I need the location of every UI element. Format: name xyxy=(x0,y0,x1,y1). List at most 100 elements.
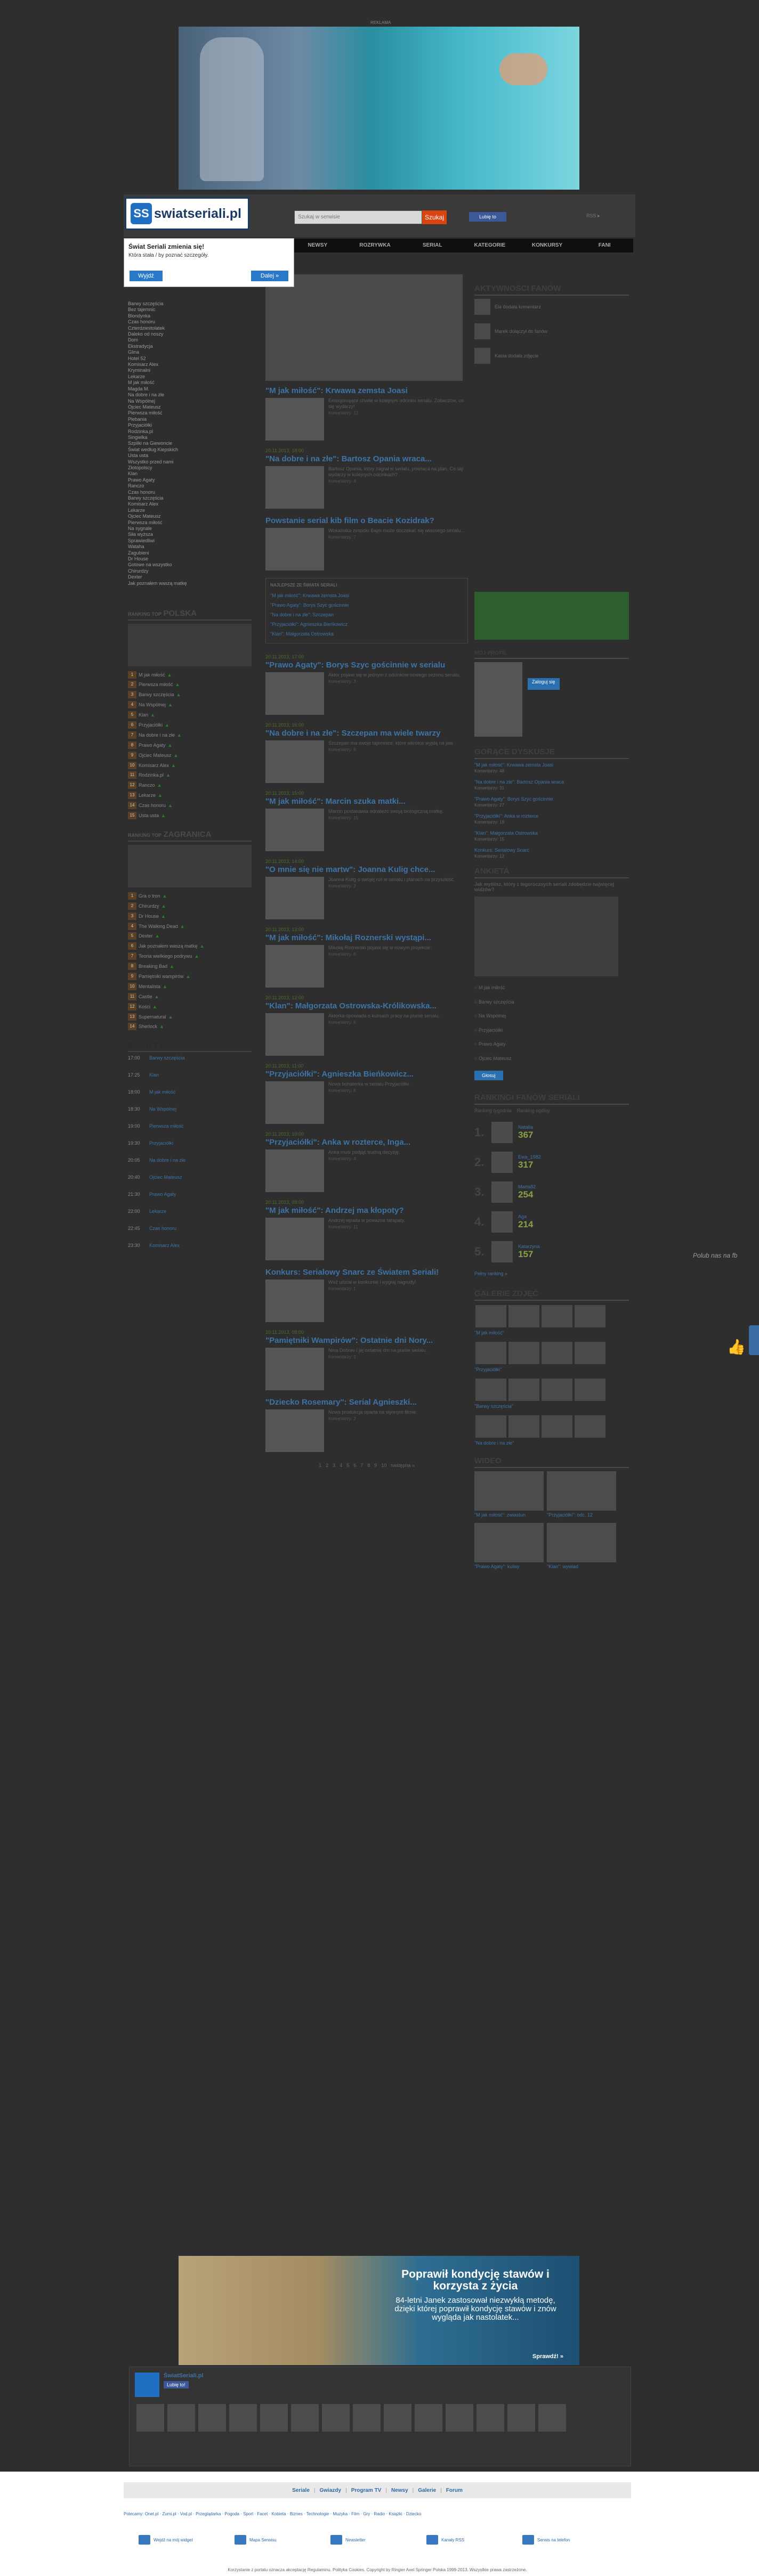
article-comments[interactable]: Komentarzy: 5 xyxy=(328,1020,440,1025)
sidebar-series-link[interactable]: Na Wspólnej xyxy=(128,398,252,404)
article-comments[interactable]: Komentarzy: 4 xyxy=(328,479,468,484)
article-title[interactable]: "Prawo Agaty": Borys Szyc gościnnie w se… xyxy=(265,661,468,670)
tv-row[interactable]: 19:00 Pierwsza miłość xyxy=(128,1123,252,1140)
article-comments[interactable]: Komentarzy: 12 xyxy=(328,411,468,415)
article-thumbnail[interactable] xyxy=(265,1348,324,1390)
sidebar-series-link[interactable]: Lekarze xyxy=(128,374,252,380)
article-comments[interactable]: Komentarzy: 7 xyxy=(328,535,465,540)
sidebar-series-link[interactable]: Daleko od noszy xyxy=(128,331,252,337)
article-title[interactable]: "Na dobre i na złe": Bartosz Opania wrac… xyxy=(265,454,468,464)
tab-overall[interactable]: Ranking ogólny xyxy=(517,1108,550,1113)
article-comments[interactable]: Komentarzy: 2 xyxy=(328,884,455,888)
sidebar-series-link[interactable]: Szpilki na Giewoncie xyxy=(128,441,252,446)
article-title[interactable]: "Przyjaciółki": Agnieszka Bieńkowicz... xyxy=(265,1070,468,1079)
ranking-row[interactable]: 1 Gra o tron ▲ xyxy=(128,891,252,901)
ranking-row[interactable]: 9 Ojciec Mateusz ▲ xyxy=(128,750,252,760)
article-thumbnail[interactable] xyxy=(265,877,324,919)
sidebar-series-link[interactable]: Wszystko przed nami xyxy=(128,459,252,465)
top-advertisement[interactable] xyxy=(179,27,579,190)
sidebar-series-link[interactable]: Bez tajemnic xyxy=(128,307,252,313)
activity-item[interactable]: Marek dołączył do fanów xyxy=(474,323,629,339)
poll-option[interactable]: Prawo Agaty xyxy=(474,1037,629,1051)
sidebar-series-link[interactable]: Blondynka xyxy=(128,313,252,319)
tv-row[interactable]: 22:45 Czas honoru xyxy=(128,1226,252,1243)
sidebar-series-link[interactable]: Czas honoru xyxy=(128,490,252,495)
sidebar-series-link[interactable]: Magda M. xyxy=(128,386,252,392)
sidebar-series-link[interactable]: Usta usta xyxy=(128,453,252,459)
article-comments[interactable]: Komentarzy: 3 xyxy=(328,1355,427,1359)
search-button[interactable]: Szukaj xyxy=(422,210,447,224)
ranking-row[interactable]: 13 Lekarze ▲ xyxy=(128,790,252,801)
article-title[interactable]: "O mnie się nie martw": Joanna Kulig chc… xyxy=(265,865,468,875)
sidebar-series-link[interactable]: Prawo Agaty xyxy=(128,477,252,483)
sidebar-series-link[interactable]: Dom xyxy=(128,337,252,343)
sidebar-series-link[interactable]: Ekstradycja xyxy=(128,344,252,349)
sidebar-series-link[interactable]: Komisarz Alex xyxy=(128,501,252,507)
article-title[interactable]: Konkurs: Serialowy Snarc ze Światem Seri… xyxy=(265,1268,468,1277)
footer-nav-link[interactable]: Newsy xyxy=(391,2488,408,2493)
sidebar-series-link[interactable]: Dexter xyxy=(128,574,252,580)
footer-nav-link[interactable]: Forum xyxy=(446,2488,463,2493)
news-box-item[interactable]: "Prawo Agaty": Borys Szyc gościnnie xyxy=(270,600,463,610)
fan-face[interactable] xyxy=(538,2404,566,2432)
gallery-item[interactable]: "Na dobre i na złe" xyxy=(474,1414,629,1446)
gallery-item[interactable]: "Barwy szczęścia" xyxy=(474,1377,629,1409)
article-title[interactable]: Powstanie serial kib film o Beacie Kozid… xyxy=(265,516,468,526)
fan-face[interactable] xyxy=(415,2404,442,2432)
ranking-row[interactable]: 2 Chirurdzy ▲ xyxy=(128,901,252,911)
ranking-row[interactable]: 2 Pierwsza miłość ▲ xyxy=(128,680,252,690)
ranking-row[interactable]: 10 Komisarz Alex ▲ xyxy=(128,760,252,770)
footer-tool[interactable]: Serwis na telefon xyxy=(522,2532,618,2548)
ranking-row[interactable]: 14 Czas honoru ▲ xyxy=(128,801,252,811)
article-title[interactable]: "M jak miłość": Marcin szuka matki... xyxy=(265,797,468,806)
page-link[interactable]: 5 xyxy=(346,1463,349,1468)
fan-ranking-row[interactable]: 2. Ewa_1982 317 xyxy=(474,1147,629,1177)
tv-row[interactable]: 17:00 Barwy szczęścia xyxy=(128,1055,252,1072)
article-title[interactable]: "Klan": Małgorzata Ostrowska-Królikowska… xyxy=(265,1001,468,1011)
video-item[interactable]: "Prawo Agaty": kulisy xyxy=(474,1523,544,1569)
page-link[interactable]: 4 xyxy=(340,1463,342,1468)
footer-tool[interactable]: Wejdź na mój widget xyxy=(139,2532,235,2548)
article-thumbnail[interactable] xyxy=(265,672,324,715)
fan-face[interactable] xyxy=(136,2404,164,2432)
sidebar-ad[interactable] xyxy=(474,592,629,640)
ranking-row[interactable]: 10 Mentalista ▲ xyxy=(128,981,252,991)
article-title[interactable]: "Dziecko Rosemary": Serial Agnieszki... xyxy=(265,1398,468,1407)
popup-next-button[interactable]: Dalej » xyxy=(251,271,288,281)
tv-row[interactable]: 20:40 Ojciec Mateusz xyxy=(128,1175,252,1192)
article-title[interactable]: "Przyjaciółki": Anka w rozterce, Inga... xyxy=(265,1138,468,1147)
gallery-item[interactable]: "M jak miłość" xyxy=(474,1304,629,1335)
sidebar-series-link[interactable]: Gotowe na wszystko xyxy=(128,562,252,568)
article-title[interactable]: "M jak miłość": Mikołaj Roznerski wystąp… xyxy=(265,933,468,943)
ranking-row[interactable]: 6 Przyjaciółki ▲ xyxy=(128,720,252,730)
article-comments[interactable]: Komentarzy: 6 xyxy=(328,952,432,957)
discussion-item[interactable]: "Na dobre i na złe": Bartosz Opania wrac… xyxy=(474,779,629,791)
rss-link[interactable]: RSS ▸ xyxy=(586,213,600,219)
fan-ranking-row[interactable]: 1. Natalia 367 xyxy=(474,1118,629,1147)
tv-row[interactable]: 22:00 Lekarze xyxy=(128,1209,252,1226)
page-link[interactable]: następna » xyxy=(391,1463,415,1468)
ranking-row[interactable]: 8 Prawo Agaty ▲ xyxy=(128,740,252,750)
ranking-row[interactable]: 1M jak miłość ▲ xyxy=(128,670,252,680)
nav-item-contests[interactable]: KONKURSY xyxy=(519,239,576,252)
tv-row[interactable]: 17:25 Klan xyxy=(128,1072,252,1089)
tv-row[interactable]: 21:30 Prawo Agaty xyxy=(128,1192,252,1209)
article-comments[interactable]: Komentarzy: 2 xyxy=(328,1416,417,1421)
article-comments[interactable]: Komentarzy: 15 xyxy=(328,816,443,820)
hero-image[interactable] xyxy=(265,274,463,381)
ranking-row[interactable]: 4 The Walking Dead ▲ xyxy=(128,921,252,931)
poll-option[interactable]: Barwy szczęścia xyxy=(474,995,629,1009)
footer-tool[interactable]: Mapa Serwisu xyxy=(235,2532,330,2548)
article-thumbnail[interactable] xyxy=(265,1013,324,1056)
ranking-row[interactable]: 13 Supernatural ▲ xyxy=(128,1012,252,1022)
page-link[interactable]: 1 xyxy=(319,1463,321,1468)
ranking-poland-feature[interactable] xyxy=(128,624,252,667)
poll-option[interactable]: Ojciec Mateusz xyxy=(474,1051,629,1066)
ranking-row[interactable]: 8 Breaking Bad ▲ xyxy=(128,961,252,972)
page-link[interactable]: 7 xyxy=(360,1463,363,1468)
footer-nav-link[interactable]: Seriale xyxy=(292,2488,310,2493)
ranking-row[interactable]: 5 Dexter ▲ xyxy=(128,931,252,941)
sidebar-series-link[interactable]: Hotel 52 xyxy=(128,356,252,362)
activity-item[interactable]: Ela dodała komentarz xyxy=(474,299,629,315)
ranking-row[interactable]: 7 Na dobre i na złe ▲ xyxy=(128,730,252,740)
